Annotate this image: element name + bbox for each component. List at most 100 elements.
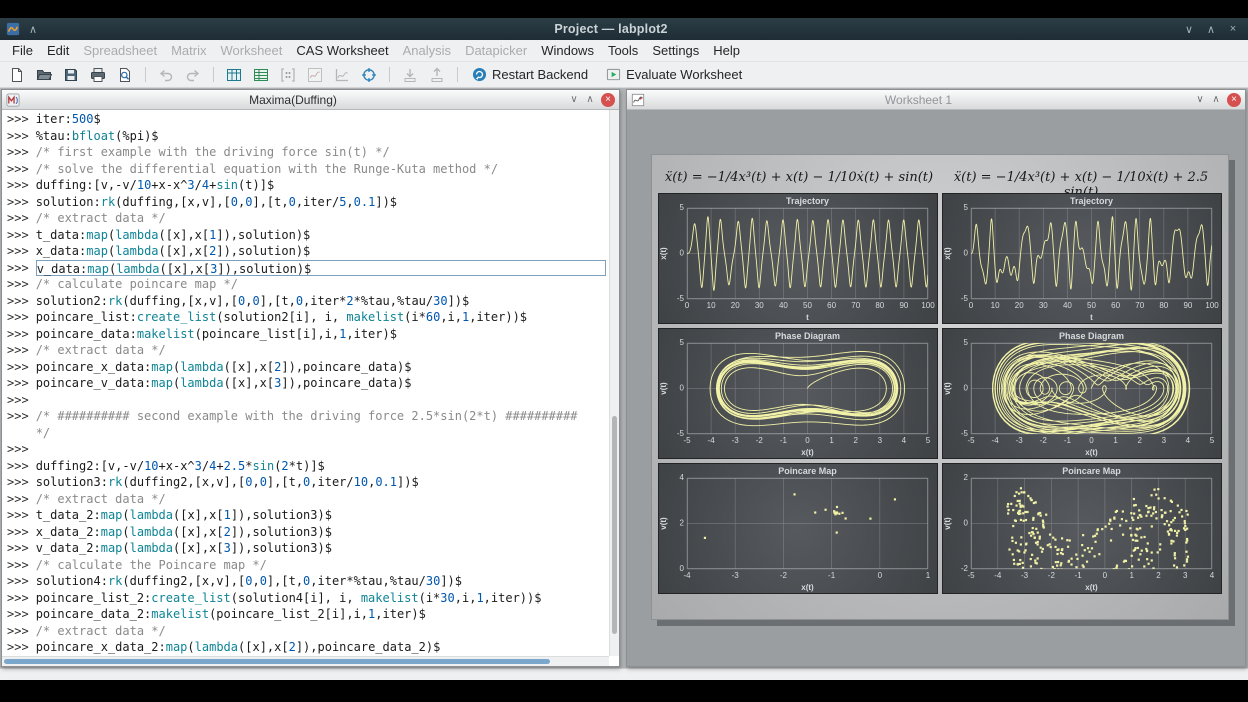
window-title: Project — labplot2 — [42, 22, 1180, 36]
menu-edit[interactable]: Edit — [40, 42, 76, 59]
new-spreadsheet-icon[interactable] — [249, 64, 273, 86]
cas-vertical-scrollbar-handle[interactable] — [612, 416, 617, 634]
console-line: >>> duffing2:[v,-v/10+x-x^3/4+2.5*sin(2*t… — [7, 458, 609, 475]
console-prompt: >>> — [7, 359, 29, 376]
console-prompt: >>> — [7, 276, 29, 293]
console-prompt: >>> — [7, 573, 29, 590]
restart-backend-button[interactable]: Restart Backend — [463, 65, 597, 84]
console-code: poincare_x_data:map(lambda([x],x[2]),poi… — [36, 359, 609, 376]
console-code: */ — [36, 425, 609, 442]
console-line: >>>iter:500$ — [7, 111, 609, 128]
console-prompt: >>> — [7, 408, 29, 425]
console-code: %tau:bfloat(%pi)$ — [36, 128, 609, 145]
window-shade-icon[interactable]: ∧ — [24, 23, 42, 36]
minimize-icon[interactable]: ∨ — [1180, 23, 1198, 36]
open-file-icon[interactable] — [32, 64, 56, 86]
worksheet-close-icon[interactable]: × — [1227, 93, 1241, 107]
console-line: >>> /* extract data */ — [7, 623, 609, 640]
cas-maximize-icon[interactable]: ∧ — [582, 94, 598, 105]
console-line: >>> — [7, 392, 609, 409]
console-code: poincare_data:makelist(poincare_list[i],… — [36, 326, 609, 343]
console-code: t_data_2:map(lambda([x],x[1]),solution3)… — [36, 507, 609, 524]
console-prompt: >>> — [7, 144, 29, 161]
new-file-icon[interactable] — [5, 64, 29, 86]
plot-grid — [658, 193, 1222, 594]
console-prompt: >>> — [7, 375, 29, 392]
evaluate-worksheet-button[interactable]: Evaluate Worksheet — [597, 65, 751, 84]
console-line: >>> poincare_x_data:map(lambda([x],x[2]),… — [7, 359, 609, 376]
close-icon[interactable]: × — [1224, 23, 1242, 35]
titlebar[interactable]: ∧ Project — labplot2 ∨ ∧ × — [0, 18, 1248, 40]
cas-horizontal-scrollbar[interactable] — [2, 656, 609, 666]
console-prompt: >>> — [7, 458, 29, 475]
cas-vertical-scrollbar[interactable] — [609, 110, 619, 656]
console-prompt: >>> — [7, 293, 29, 310]
console-line: >>>poincare_x_data_2:map(lambda([x],x[2]… — [7, 639, 609, 656]
worksheet-maximize-icon[interactable]: ∧ — [1208, 94, 1224, 105]
export-icon — [425, 64, 449, 86]
console-prompt: >>> — [7, 227, 29, 244]
plot-trajectory-2[interactable] — [942, 193, 1222, 324]
console-line: >>>/* solve the differential equation wi… — [7, 161, 609, 178]
console-line: >>>t_data_2:map(lambda([x],x[1]),solutio… — [7, 507, 609, 524]
menu-help[interactable]: Help — [706, 42, 747, 59]
console-prompt: >>> — [7, 623, 29, 640]
print-icon[interactable] — [86, 64, 110, 86]
menu-settings[interactable]: Settings — [645, 42, 706, 59]
menu-windows[interactable]: Windows — [534, 42, 601, 59]
menu-tools[interactable]: Tools — [601, 42, 645, 59]
mdi-area: Maxima(Duffing) ∨ ∧ × >>>iter:500$>>>%ta… — [0, 88, 1248, 668]
plot-phase-diagram-2[interactable] — [942, 328, 1222, 459]
cas-minimize-icon[interactable]: ∨ — [566, 94, 582, 105]
chart-canvas-trajectory-2 — [943, 194, 1221, 323]
console-code: x_data:map(lambda([x],x[2]),solution)$ — [36, 243, 609, 260]
console-prompt: >>> — [7, 260, 29, 277]
cas-horizontal-scrollbar-handle[interactable] — [4, 659, 550, 664]
worksheet-titlebar[interactable]: Worksheet 1 ∨ ∧ × — [627, 90, 1245, 110]
console-code: /* ########## second example with the dr… — [36, 408, 609, 425]
menu-file[interactable]: File — [5, 42, 40, 59]
console-code: duffing2:[v,-v/10+x-x^3/4+2.5*sin(2*t)]$ — [36, 458, 609, 475]
cas-titlebar[interactable]: Maxima(Duffing) ∨ ∧ × — [2, 90, 619, 110]
cas-close-icon[interactable]: × — [601, 93, 615, 107]
maxima-icon — [6, 93, 20, 107]
toolbar-separator — [457, 67, 458, 82]
plot-poincare-map-1[interactable] — [658, 463, 938, 594]
worksheet-minimize-icon[interactable]: ∨ — [1192, 94, 1208, 105]
console-prompt: >>> — [7, 639, 29, 656]
new-matrix-icon — [276, 64, 300, 86]
toolbar: Restart Backend Evaluate Worksheet — [0, 62, 1248, 88]
maximize-icon[interactable]: ∧ — [1202, 23, 1220, 36]
evaluate-worksheet-icon — [606, 67, 621, 82]
console-prompt: >>> — [7, 524, 29, 541]
console-code: iter:500$ — [36, 111, 609, 128]
console-prompt: >>> — [7, 441, 29, 458]
cas-title: Maxima(Duffing) — [20, 93, 566, 107]
plot-phase-diagram-1[interactable] — [658, 328, 938, 459]
new-workbook-icon[interactable] — [222, 64, 246, 86]
console-line: >>>poincare_v_data:map(lambda([x],x[3]),… — [7, 375, 609, 392]
console-command-entry[interactable]: v_data:map(lambda([x],x[3]),solution)$ — [36, 260, 606, 277]
save-icon[interactable] — [59, 64, 83, 86]
cas-console[interactable]: >>>iter:500$>>>%tau:bfloat(%pi)$>>>/* fi… — [2, 110, 609, 656]
console-code: poincare_list:create_list(solution2[i], … — [36, 309, 609, 326]
menu-cas-worksheet[interactable]: CAS Worksheet — [289, 42, 395, 59]
console-prompt: >>> — [7, 161, 29, 178]
console-code: /* extract data */ — [36, 623, 609, 640]
menu-matrix: Matrix — [164, 42, 213, 59]
console-line: >>>solution:rk(duffing,[x,v],[0,0],[t,0,… — [7, 194, 609, 211]
restart-backend-icon — [472, 67, 487, 82]
plot-trajectory-1[interactable] — [658, 193, 938, 324]
console-line: >>>t_data:map(lambda([x],x[1]),solution)… — [7, 227, 609, 244]
chart-canvas-trajectory-1 — [659, 194, 937, 323]
undo-icon — [154, 64, 178, 86]
menubar: FileEditSpreadsheetMatrixWorksheetCAS Wo… — [0, 40, 1248, 62]
new-datapicker-icon[interactable] — [357, 64, 381, 86]
worksheet-view[interactable]: ẍ(t) = −1/4x³(t) + x(t) − 1/10ẋ(t) + sin… — [627, 110, 1245, 666]
menu-worksheet: Worksheet — [213, 42, 289, 59]
console-code — [36, 441, 609, 458]
toolbar-separator — [389, 67, 390, 82]
console-code: /* extract data */ — [36, 491, 609, 508]
print-preview-icon[interactable] — [113, 64, 137, 86]
plot-poincare-map-2[interactable] — [942, 463, 1222, 594]
